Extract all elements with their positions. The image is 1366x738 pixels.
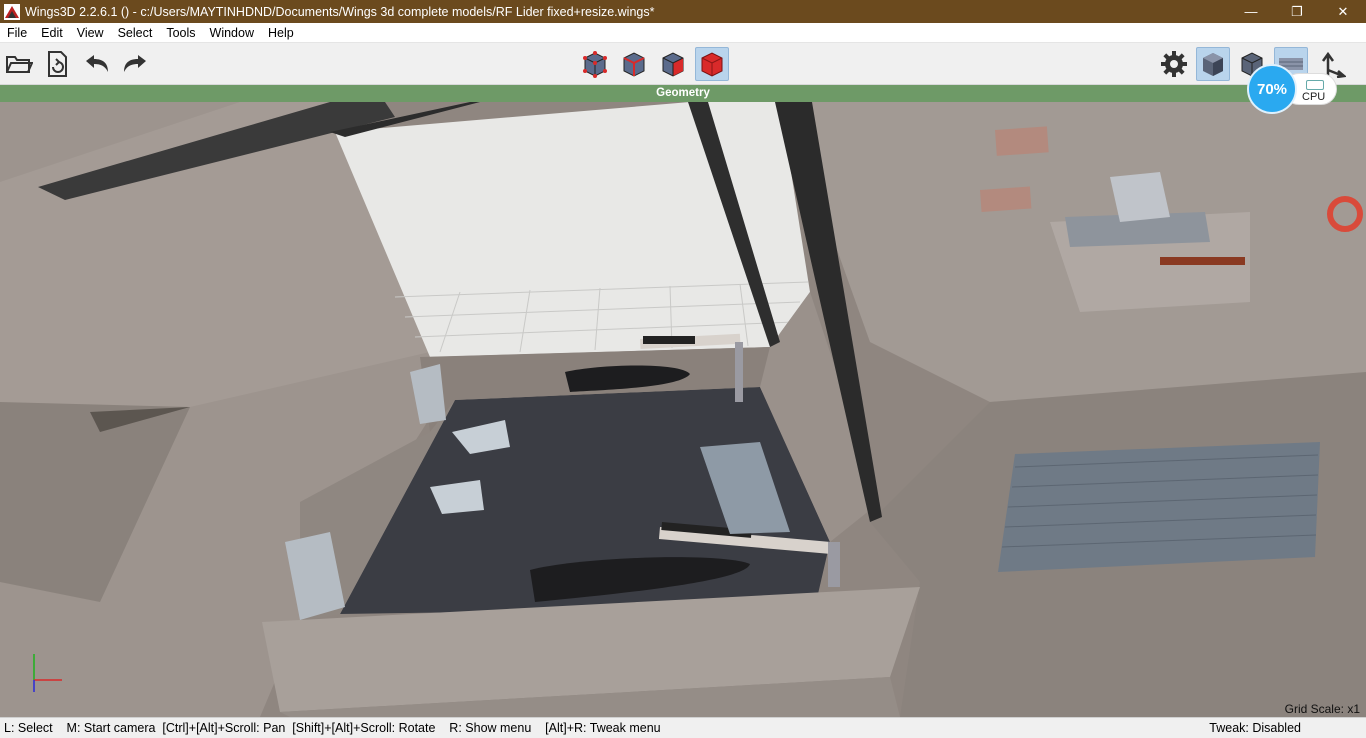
undo-icon [86,55,108,72]
restore-button[interactable]: ❐ [1274,0,1320,23]
vertex-mode-button[interactable] [578,47,612,81]
tweak-status: Tweak: Disabled [1209,721,1301,735]
vertex-mode-icon [583,51,607,78]
object-mode-button[interactable] [695,47,729,81]
status-bar: L: Select M: Start camera [Ctrl]+[Alt]+S… [0,717,1366,738]
close-button[interactable]: ✕ [1320,0,1366,23]
status-help-text: L: Select M: Start camera [Ctrl]+[Alt]+S… [4,721,661,735]
menu-file[interactable]: File [0,23,34,43]
grid-scale-label: Grid Scale: x1 [1284,702,1360,716]
edge-mode-icon [623,52,645,77]
save-file-icon [48,51,67,77]
menu-window[interactable]: Window [203,23,261,43]
redo-icon [124,55,146,72]
title-bar: Wings3D 2.2.6.1 () - c:/Users/MAYTINHDND… [0,0,1366,23]
preferences-button[interactable] [1157,47,1191,81]
save-button[interactable] [40,47,74,81]
face-mode-button[interactable] [656,47,690,81]
wings3d-app-icon [4,3,20,20]
menu-view[interactable]: View [70,23,111,43]
menu-help[interactable]: Help [261,23,301,43]
toolbar [0,43,1366,85]
open-button[interactable] [2,47,36,81]
menu-select[interactable]: Select [111,23,160,43]
cpu-percent: 70% [1247,64,1297,114]
redo-button[interactable] [118,47,152,81]
open-folder-icon [6,56,33,73]
smooth-shaded-cube-icon [1203,53,1223,76]
cpu-usage-widget[interactable]: CPU 70% [1247,64,1337,114]
menu-edit[interactable]: Edit [34,23,70,43]
geometry-viewport[interactable]: Grid Scale: x1 [0,102,1366,717]
undo-button[interactable] [80,47,114,81]
gear-icon [1161,51,1187,77]
edge-mode-button[interactable] [617,47,651,81]
geometry-window-header: Geometry [0,85,1366,102]
menu-tools[interactable]: Tools [159,23,202,43]
object-mode-icon [701,52,723,77]
window-title: Wings3D 2.2.6.1 () - c:/Users/MAYTINHDND… [25,4,655,19]
cpu-chip-icon [1306,80,1324,90]
scene-render [0,102,1366,717]
face-mode-icon [662,52,684,77]
menu-bar: File Edit View Select Tools Window Help [0,23,1366,43]
minimize-button[interactable]: — [1228,0,1274,23]
cpu-label: CPU [1302,91,1326,103]
smooth-shaded-button[interactable] [1196,47,1230,81]
